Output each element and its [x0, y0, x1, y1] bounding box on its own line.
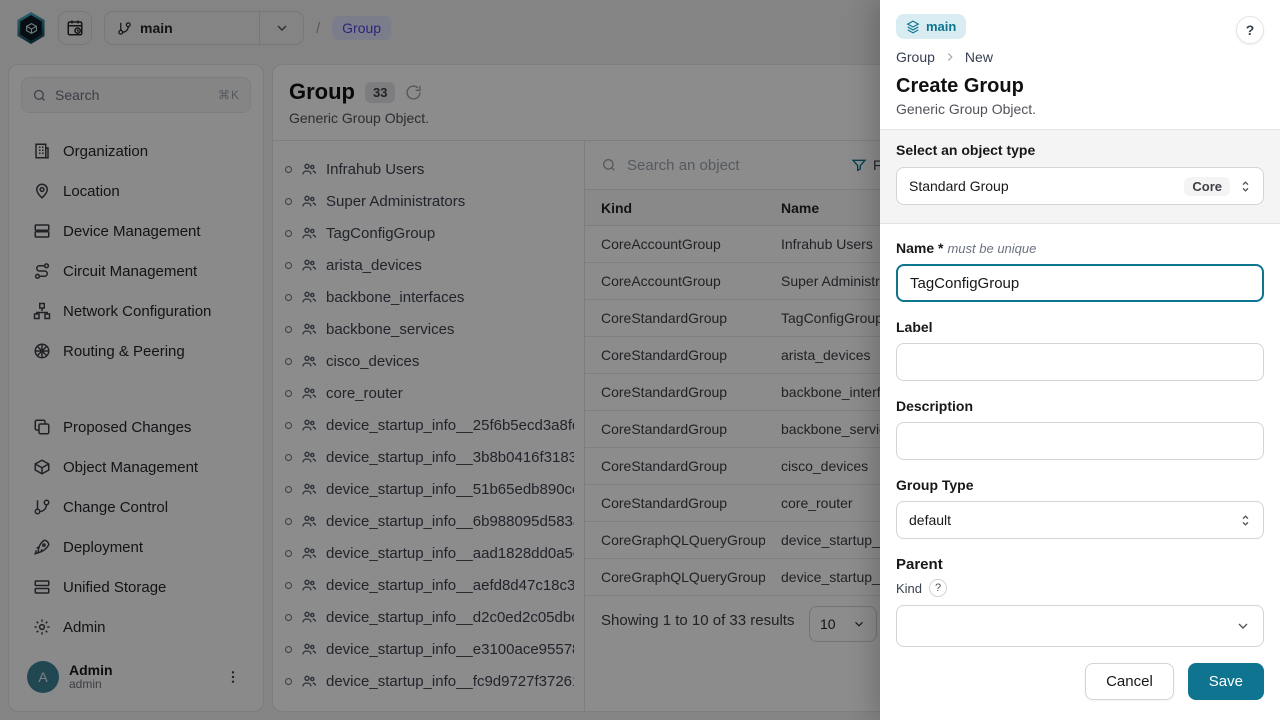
chevrons-up-down-icon — [1238, 179, 1253, 194]
create-group-drawer: main ? Group New Create Group Generic Gr… — [880, 0, 1280, 720]
parent-kind-select[interactable] — [896, 605, 1264, 647]
drawer-title: Create Group — [896, 75, 1024, 97]
layers-icon — [906, 19, 920, 34]
drawer-breadcrumb-new: New — [964, 49, 993, 65]
chevron-down-icon — [1235, 618, 1251, 634]
description-input[interactable] — [896, 422, 1264, 460]
group-type-value: default — [909, 512, 952, 528]
branch-badge-label: main — [926, 19, 957, 34]
help-button[interactable]: ? — [1236, 16, 1264, 44]
name-field-hint: must be unique — [947, 241, 1037, 256]
object-type-select[interactable]: Standard Group Core — [896, 167, 1264, 205]
label-field-label: Label — [896, 319, 933, 335]
kind-field-label: Kind — [896, 580, 923, 596]
cancel-button[interactable]: Cancel — [1085, 663, 1174, 700]
description-field-label: Description — [896, 398, 974, 414]
drawer-breadcrumb: Group New — [896, 49, 1264, 65]
drawer-header: main ? Group New Create Group Generic Gr… — [880, 0, 1280, 129]
chevrons-up-down-icon — [1238, 513, 1253, 528]
parent-section-label: Parent — [896, 556, 943, 573]
object-type-value: Standard Group — [909, 178, 1009, 194]
chevron-right-icon — [943, 50, 957, 64]
drawer-breadcrumb-group[interactable]: Group — [896, 49, 935, 65]
group-type-select[interactable]: default — [896, 501, 1264, 539]
drawer-subtitle: Generic Group Object. — [896, 101, 1037, 117]
kind-help-icon[interactable]: ? — [929, 579, 948, 597]
group-type-field-label: Group Type — [896, 477, 974, 493]
name-input[interactable] — [896, 264, 1264, 302]
name-field-label: Name * must be unique — [896, 240, 1037, 256]
save-button[interactable]: Save — [1187, 663, 1264, 700]
create-group-form: Name *must be unique Label Description G… — [880, 224, 1280, 649]
object-type-section: Select an object type Standard Group Cor… — [880, 129, 1280, 224]
object-type-label: Select an object type — [896, 142, 1036, 158]
label-input[interactable] — [896, 343, 1264, 381]
drawer-footer: Cancel Save — [880, 649, 1280, 720]
object-type-badge: Core — [1184, 176, 1230, 196]
branch-badge: main — [896, 14, 967, 39]
